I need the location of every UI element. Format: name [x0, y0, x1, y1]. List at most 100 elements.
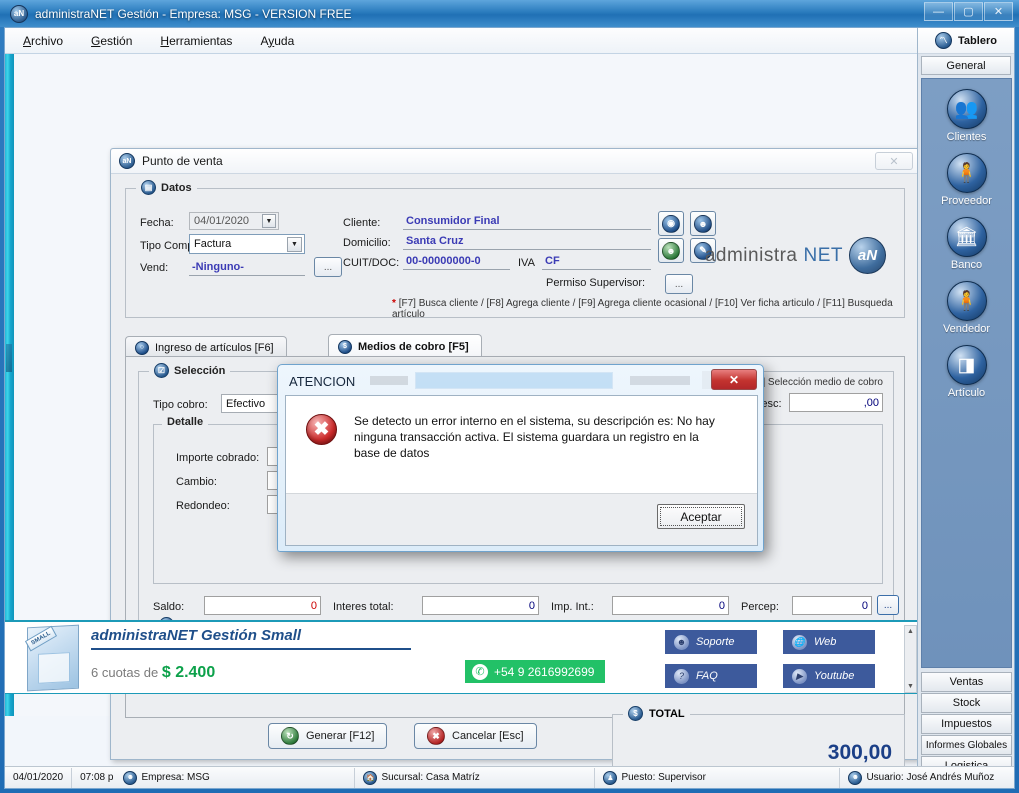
sidebar-tablero-header[interactable]: 〽 Tablero	[918, 28, 1014, 54]
pos-form-close-icon[interactable]: ✕	[875, 152, 913, 170]
minimize-button[interactable]: —	[924, 2, 953, 21]
detalle-legend-text: Detalle	[167, 416, 204, 428]
soporte-button[interactable]: ☻ Soporte	[665, 630, 757, 654]
sidebar-item-vendedor[interactable]: 🧍 Vendedor	[922, 281, 1011, 335]
brand-text-1: administra	[704, 244, 798, 266]
percep-browse-button[interactable]: ...	[877, 595, 899, 615]
ad-title: administraNET Gestión Small	[91, 627, 302, 644]
whatsapp-badge[interactable]: ✆ +54 9 2616992699	[465, 660, 606, 683]
tipo-cobro-value: Efectivo	[226, 397, 266, 410]
banco-bank-icon: 🏛	[946, 217, 987, 257]
vend-input[interactable]: -Ninguno-	[189, 258, 305, 276]
imp-desc-value: ,00	[863, 396, 879, 409]
pos-form-header: aN Punto de venta ✕	[111, 149, 919, 174]
status-sucursal-text: Sucursal: Casa Matríz	[381, 772, 480, 783]
ad-price: 6 cuotas de $ 2.400	[91, 664, 215, 682]
cliente-value: Consumidor Final	[406, 214, 500, 227]
articulo-box-icon: ◨	[946, 345, 987, 385]
ad-price-value: $ 2.400	[161, 664, 216, 681]
menu-gestion[interactable]: Gestión	[91, 34, 132, 48]
cuit-input[interactable]: 00-00000000-0	[403, 252, 510, 270]
soporte-icon: ☻	[674, 634, 689, 650]
sidebar-item-proveedor[interactable]: 🧍 Proveedor	[922, 153, 1011, 207]
domicilio-input[interactable]: Santa Cruz	[403, 232, 651, 250]
window-title: administraNET Gestión - Empresa: MSG - V…	[35, 6, 352, 21]
dialog-title-text: ATENCION	[289, 373, 356, 389]
imp-desc-input[interactable]: ,00	[789, 393, 883, 412]
seleccion-icon: ☑	[154, 363, 169, 378]
maximize-button[interactable]: ▢	[954, 2, 983, 21]
faq-label: FAQ	[696, 670, 718, 682]
tipo-comp-select[interactable]: Factura ▼	[189, 234, 305, 254]
datos-legend: ▤ Datos	[136, 180, 197, 195]
sidebar-item-banco[interactable]: 🏛 Banco	[922, 217, 1011, 271]
brand-circle-icon: aN	[849, 237, 886, 274]
status-usuario: ☻ Usuario: José Andrés Muñoz	[840, 768, 1002, 788]
sidebar-button-ventas[interactable]: Ventas	[921, 672, 1012, 692]
usuario-icon: ☻	[848, 770, 863, 785]
iva-input[interactable]: CF	[542, 252, 651, 270]
scroll-down-arrow-icon[interactable]: ▼	[905, 681, 916, 692]
imp-int-input[interactable]: 0	[612, 596, 729, 615]
cliente-ocasional-button[interactable]: ☻	[658, 238, 684, 263]
ad-price-prefix: 6 cuotas de	[91, 665, 159, 680]
sidebar-general-tab[interactable]: General	[921, 56, 1011, 75]
aceptar-button[interactable]: Aceptar	[657, 504, 745, 529]
menubar: AArchivorchivo Gestión Herramientas Ayud…	[5, 28, 919, 54]
youtube-label: Youtube	[814, 670, 855, 682]
scroll-up-arrow-icon[interactable]: ▲	[905, 626, 916, 637]
web-button[interactable]: 🌐 Web	[783, 630, 875, 654]
menu-ayuda[interactable]: Ayuda	[260, 34, 294, 48]
youtube-button[interactable]: ▶ Youtube	[783, 664, 875, 688]
web-label: Web	[814, 636, 837, 648]
chevron-down-icon[interactable]: ▼	[287, 237, 302, 252]
seleccion-legend: ☑ Selección	[149, 363, 231, 378]
dialog-inner-frame: ✖ Se detecto un error interno en el sist…	[285, 395, 758, 546]
permiso-supervisor-button[interactable]: ...	[665, 274, 693, 294]
sidebar-button-informes-globales[interactable]: Informes Globales	[921, 735, 1012, 755]
buscar-cliente-button[interactable]: ◉	[658, 211, 684, 236]
splitter-grip[interactable]	[6, 344, 12, 372]
window-titlebar: aN administraNET Gestión - Empresa: MSG …	[0, 0, 1019, 27]
seleccion-hint-text: [F2] Selección medio de cobro	[747, 377, 883, 388]
ad-divider	[91, 648, 411, 650]
menu-archivo[interactable]: AArchivorchivo	[23, 34, 63, 48]
fecha-dropdown-icon[interactable]: ▼	[262, 214, 276, 228]
cliente-input[interactable]: Consumidor Final	[403, 212, 651, 230]
sidebar-button-stock[interactable]: Stock	[921, 693, 1012, 713]
tab-medios-de-cobro[interactable]: $ Medios de cobro [F5]	[328, 334, 482, 358]
iva-label: IVA	[518, 257, 535, 269]
percep-input[interactable]: 0	[792, 596, 872, 615]
saldo-value: 0	[310, 599, 317, 612]
brand-text-2: NET	[803, 244, 843, 266]
close-button[interactable]: ✕	[984, 2, 1013, 21]
fecha-input[interactable]: 04/01/2020 ▼	[189, 212, 279, 230]
error-dialog: ATENCION ✕ ✖ Se detecto un error interno…	[277, 364, 764, 552]
saldo-input[interactable]: 0	[204, 596, 321, 615]
vend-browse-button[interactable]: ...	[314, 257, 342, 277]
status-puesto: ♟ Puesto: Supervisor	[595, 767, 841, 788]
dialog-close-button[interactable]: ✕	[711, 369, 757, 390]
menu-herramientas[interactable]: Herramientas	[160, 34, 232, 48]
tablero-label: Tablero	[958, 34, 997, 47]
ad-scrollbar[interactable]: ▲ ▼	[904, 625, 917, 693]
faq-button[interactable]: ? FAQ	[665, 664, 757, 688]
tab-ingreso-articulos[interactable]: ○ Ingreso de artículos [F6]	[125, 336, 287, 358]
cancelar-button[interactable]: ✖ Cancelar [Esc]	[414, 723, 537, 749]
generar-button[interactable]: ↻ Generar [F12]	[268, 723, 388, 749]
sidebar-items: 👥 Clientes 🧍 Proveedor 🏛 Banco 🧍 Vendedo…	[921, 78, 1012, 668]
domicilio-label: Domicilio:	[343, 237, 391, 249]
permiso-supervisor-label: Permiso Supervisor:	[546, 277, 646, 289]
sidebar-button-impuestos[interactable]: Impuestos	[921, 714, 1012, 734]
domicilio-value: Santa Cruz	[406, 234, 464, 247]
left-splitter[interactable]	[5, 54, 14, 716]
pos-form-icon: aN	[119, 153, 135, 169]
sucursal-icon: 🏠	[363, 770, 378, 785]
datos-icon: ▤	[141, 180, 156, 195]
sidebar-item-articulo[interactable]: ◨ Artículo	[922, 345, 1011, 399]
datos-legend-text: Datos	[161, 181, 192, 194]
agregar-cliente-button[interactable]: ☻	[690, 211, 716, 236]
interes-total-input[interactable]: 0	[422, 596, 539, 615]
sidebar-item-clientes[interactable]: 👥 Clientes	[922, 89, 1011, 143]
datos-hint: * [F7] Busca cliente / [F8] Agrega clien…	[392, 298, 904, 320]
